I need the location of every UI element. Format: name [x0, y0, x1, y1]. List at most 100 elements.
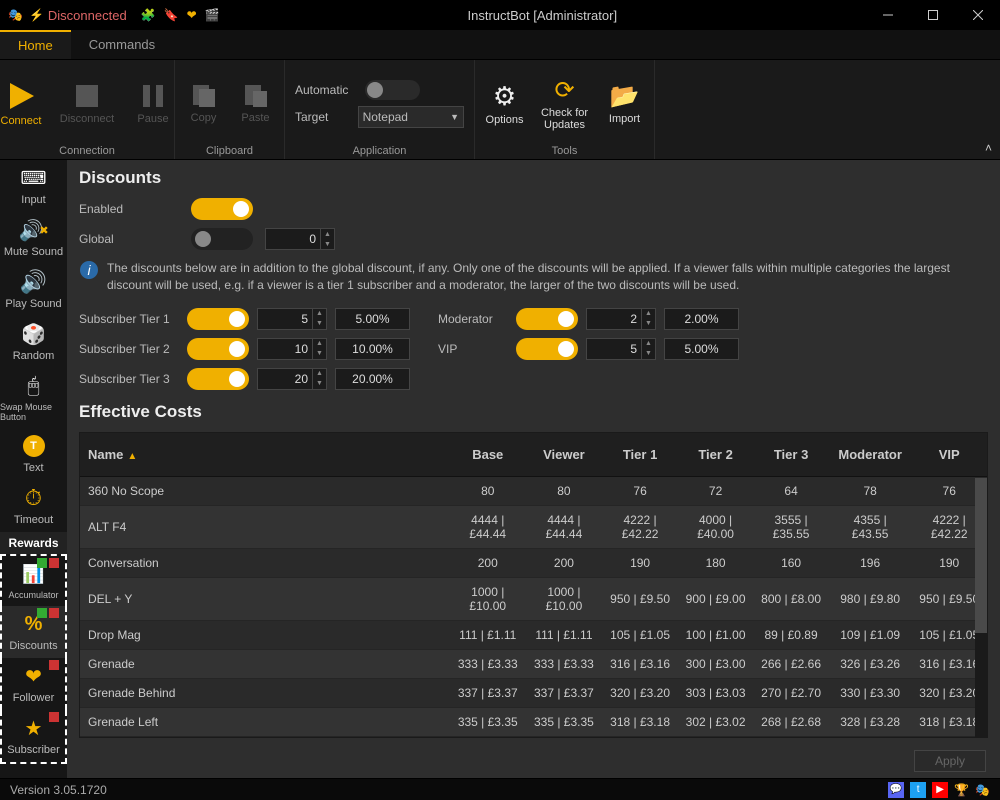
cell-t1: 950 | £9.50	[602, 577, 678, 620]
cell-t1: 190	[602, 548, 678, 577]
cell-base: 336 | £3.36	[450, 736, 526, 738]
col-viewer[interactable]: Viewer	[526, 433, 603, 477]
sidebar-item-swap-mouse[interactable]: 🖱Swap Mouse Button	[0, 368, 67, 428]
close-button[interactable]	[955, 0, 1000, 30]
col-base[interactable]: Base	[450, 433, 526, 477]
table-row[interactable]: Grenade Behind337 | £3.37337 | £3.37320 …	[80, 678, 987, 707]
sidebar-item-mute-sound[interactable]: 🔊✖Mute Sound	[0, 212, 67, 264]
options-button[interactable]: ⚙ Options	[481, 81, 529, 126]
cell-t2: 302 | £3.02	[678, 736, 754, 738]
cell-t1: 319 | £3.19	[602, 736, 678, 738]
automatic-toggle[interactable]	[365, 80, 420, 100]
group-label-connection: Connection	[59, 145, 115, 157]
info-icon: i	[79, 260, 99, 280]
cell-t3: 269 | £2.69	[753, 736, 829, 738]
sidebar-item-follower[interactable]: ❤Follower	[0, 658, 67, 710]
version-label: Version 3.05.1720	[10, 783, 107, 797]
youtube-icon[interactable]: ▶	[932, 782, 948, 798]
col-moderator[interactable]: Moderator	[829, 433, 912, 477]
check-updates-button[interactable]: ⟳ Check for Updates	[537, 76, 593, 131]
cell-name: Grenade Left	[80, 707, 450, 736]
col-tier3[interactable]: Tier 3	[753, 433, 829, 477]
tier1-value-input[interactable]: 5▲▼	[257, 308, 327, 330]
cell-t1: 320 | £3.20	[602, 678, 678, 707]
table-row[interactable]: Grenade333 | £3.33333 | £3.33316 | £3.16…	[80, 649, 987, 678]
tier1-toggle[interactable]	[187, 308, 249, 330]
discord-icon[interactable]: 💬	[888, 782, 904, 798]
global-value-input[interactable]: 0▲▼	[265, 228, 335, 250]
sidebar-item-input[interactable]: ⌨Input	[0, 160, 67, 212]
apply-button[interactable]: Apply	[914, 750, 986, 772]
trophy-icon[interactable]: 🏆	[954, 783, 969, 797]
cell-base: 200	[450, 548, 526, 577]
sidebar-item-random[interactable]: 🎲Random	[0, 316, 67, 368]
ribbon-collapse-button[interactable]: ˄	[985, 141, 992, 155]
table-scrollbar[interactable]	[975, 478, 987, 737]
sidebar-item-accumulator[interactable]: 📊Accumulator	[0, 554, 67, 606]
spin-up-icon[interactable]: ▲	[321, 229, 334, 239]
tab-commands[interactable]: Commands	[71, 30, 173, 59]
sidebar-item-text[interactable]: TText	[0, 428, 67, 480]
col-tier1[interactable]: Tier 1	[602, 433, 678, 477]
minimize-button[interactable]	[865, 0, 910, 30]
pause-button[interactable]: Pause	[124, 81, 182, 125]
twitter-icon[interactable]: t	[910, 782, 926, 798]
sidebar-item-discounts[interactable]: %Discounts	[0, 606, 67, 658]
status-bar: Version 3.05.1720 💬 t ▶ 🏆 🎭	[0, 778, 1000, 800]
mod-value-input[interactable]: 2▲▼	[586, 308, 656, 330]
info-text: The discounts below are in addition to t…	[107, 260, 988, 294]
sidebar-item-timeout[interactable]: ⏱Timeout	[0, 480, 67, 532]
cell-name: 360 No Scope	[80, 476, 450, 505]
table-row[interactable]: Drop Mag111 | £1.11111 | £1.11105 | £1.0…	[80, 620, 987, 649]
cell-t2: 300 | £3.00	[678, 649, 754, 678]
cell-viewer: 333 | £3.33	[526, 649, 603, 678]
tier3-toggle[interactable]	[187, 368, 249, 390]
spin-down-icon[interactable]: ▼	[321, 239, 334, 249]
paste-button[interactable]: Paste	[234, 82, 278, 124]
cell-t2: 180	[678, 548, 754, 577]
table-row[interactable]: Grenade Left335 | £3.35335 | £3.35318 | …	[80, 707, 987, 736]
cell-t1: 318 | £3.18	[602, 707, 678, 736]
maximize-button[interactable]	[910, 0, 955, 30]
mod-toggle[interactable]	[516, 308, 578, 330]
col-tier2[interactable]: Tier 2	[678, 433, 754, 477]
col-name[interactable]: Name▲	[80, 433, 450, 477]
cell-name: Grenade Behind	[80, 678, 450, 707]
tier3-value-input[interactable]: 20▲▼	[257, 368, 327, 390]
vip-toggle[interactable]	[516, 338, 578, 360]
disconnect-button[interactable]: Disconnect	[58, 81, 116, 125]
table-row[interactable]: Conversation200200190180160196190	[80, 548, 987, 577]
import-button[interactable]: 📂 Import	[601, 82, 649, 125]
connect-button[interactable]: Connect	[0, 79, 50, 127]
chevron-down-icon: ▼	[450, 112, 459, 122]
mask-icon[interactable]: 🎭	[975, 783, 990, 797]
sidebar-item-subscriber[interactable]: ★Subscriber	[0, 710, 67, 764]
cell-base: 333 | £3.33	[450, 649, 526, 678]
cell-base: 80	[450, 476, 526, 505]
cell-t3: 89 | £0.89	[753, 620, 829, 649]
cell-viewer: 200	[526, 548, 603, 577]
target-select[interactable]: Notepad ▼	[358, 106, 464, 128]
cell-t2: 900 | £9.00	[678, 577, 754, 620]
table-row[interactable]: Grenade Right336 | £3.36336 | £3.36319 |…	[80, 736, 987, 738]
col-vip[interactable]: VIP	[911, 433, 987, 477]
tier2-toggle[interactable]	[187, 338, 249, 360]
cell-name: ALT F4	[80, 505, 450, 548]
table-row[interactable]: DEL + Y1000 | £10.001000 | £10.00950 | £…	[80, 577, 987, 620]
vip-value-input[interactable]: 5▲▼	[586, 338, 656, 360]
tab-home[interactable]: Home	[0, 30, 71, 59]
tier1-label: Subscriber Tier 1	[79, 312, 179, 326]
sidebar-item-play-sound[interactable]: 🔊Play Sound	[0, 264, 67, 316]
cell-t2: 72	[678, 476, 754, 505]
copy-icon	[190, 82, 218, 110]
app-icon: 🎭	[8, 8, 23, 22]
global-toggle[interactable]	[191, 228, 253, 250]
copy-button[interactable]: Copy	[182, 82, 226, 124]
cell-t2: 303 | £3.03	[678, 678, 754, 707]
table-row[interactable]: 360 No Scope80807672647876	[80, 476, 987, 505]
table-row[interactable]: ALT F44444 | £44.444444 | £44.444222 | £…	[80, 505, 987, 548]
enabled-toggle[interactable]	[191, 198, 253, 220]
tier2-value-input[interactable]: 10▲▼	[257, 338, 327, 360]
window-title: InstructBot [Administrator]	[220, 8, 865, 23]
stop-icon	[72, 81, 102, 111]
